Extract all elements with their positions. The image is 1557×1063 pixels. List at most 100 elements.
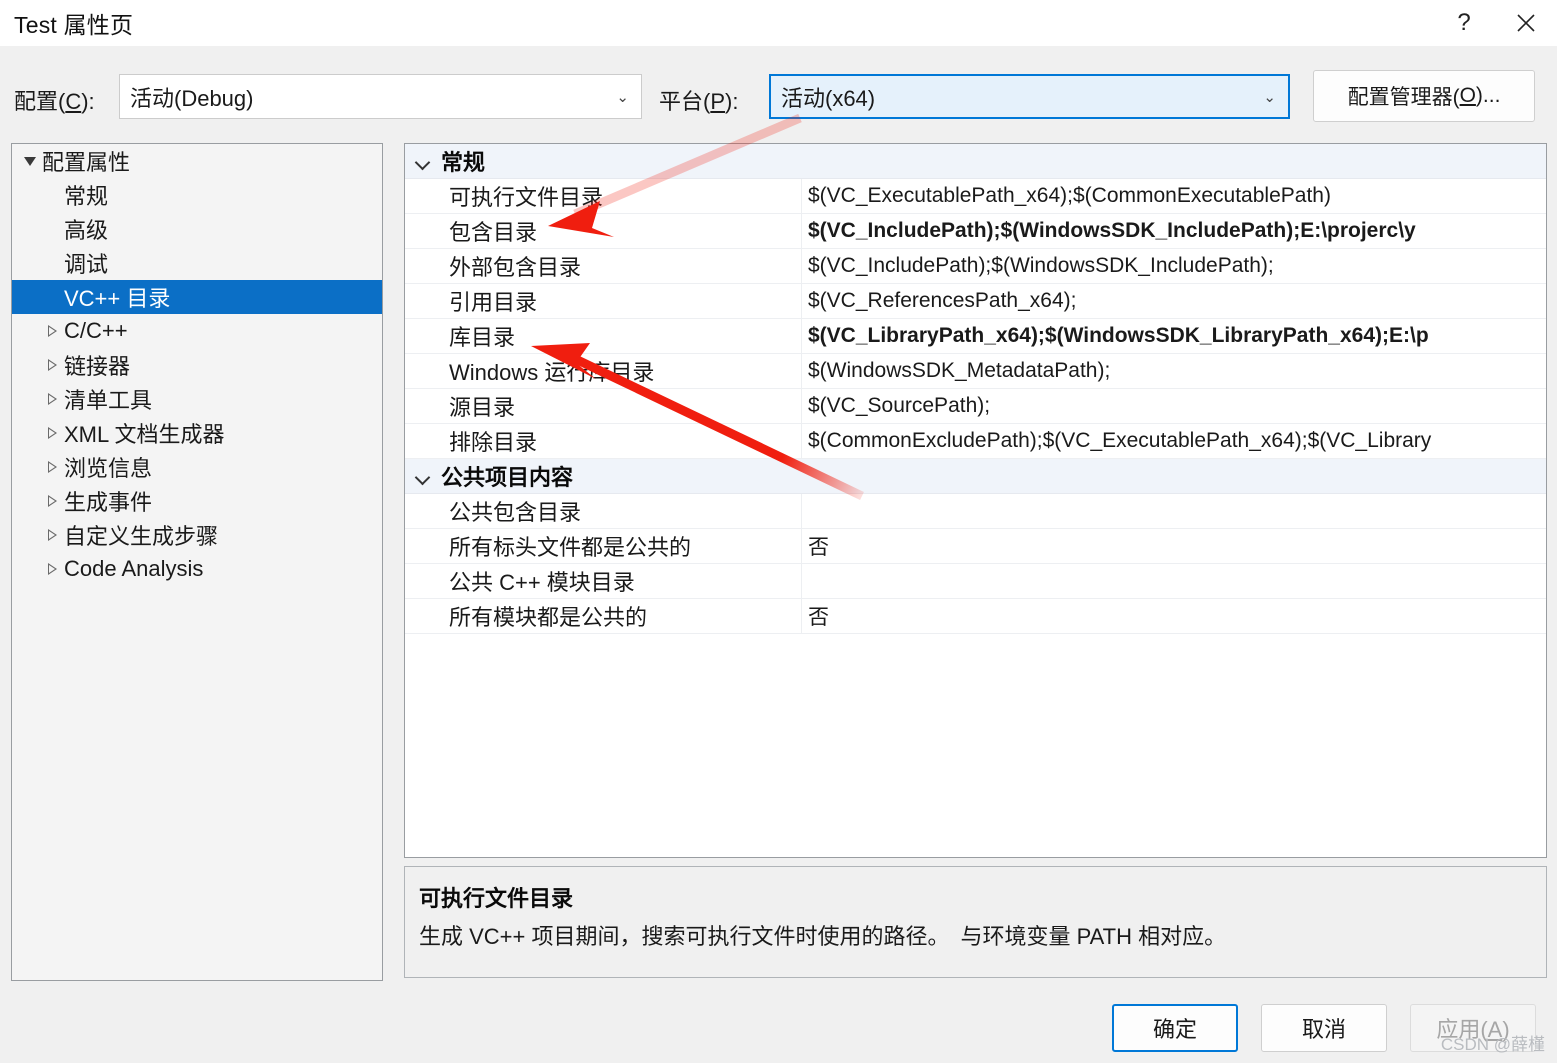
tree-item-11[interactable]: 自定义生成步骤	[12, 518, 382, 552]
property-value[interactable]: 否	[801, 529, 1546, 563]
tree-item-1[interactable]: 常规	[12, 178, 382, 212]
ok-button[interactable]: 确定	[1112, 1004, 1238, 1052]
watermark: CSDN @薛槿	[1440, 1035, 1545, 1054]
triangle-right-glyph	[47, 529, 57, 541]
property-value[interactable]: $(VC_LibraryPath_x64);$(WindowsSDK_Libra…	[801, 319, 1546, 353]
tree-item-label: 清单工具	[64, 388, 153, 413]
tree-item-2[interactable]: 高级	[12, 212, 382, 246]
property-row[interactable]: 所有标头文件都是公共的 否	[405, 529, 1546, 564]
grid-section-header[interactable]: 常规	[405, 144, 1546, 179]
property-value[interactable]	[801, 564, 1546, 598]
property-name: 所有模块都是公共的	[449, 605, 648, 630]
title-bar: Test 属性页 ?	[0, 0, 1557, 46]
cancel-button[interactable]: 取消	[1261, 1004, 1387, 1052]
triangle-right-glyph	[47, 563, 57, 575]
grid-section-header[interactable]: 公共项目内容	[405, 459, 1546, 494]
property-name: 公共 C++ 模块目录	[449, 570, 635, 595]
tree-item-label: 高级	[64, 218, 109, 243]
property-value[interactable]	[801, 494, 1546, 528]
property-name: 包含目录	[449, 220, 538, 245]
chevron-down-icon[interactable]	[405, 472, 441, 480]
help-icon[interactable]: ?	[1433, 0, 1495, 46]
property-name: 所有标头文件都是公共的	[449, 535, 692, 560]
property-value[interactable]: $(CommonExcludePath);$(VC_ExecutablePath…	[801, 424, 1546, 458]
triangle-right-glyph	[47, 359, 57, 371]
chevron-right-icon	[42, 325, 62, 337]
tree-item-0[interactable]: 配置属性	[12, 144, 382, 178]
property-row[interactable]: 引用目录 $(VC_ReferencesPath_x64);	[405, 284, 1546, 319]
property-row[interactable]: Windows 运行库目录 $(WindowsSDK_MetadataPath);	[405, 354, 1546, 389]
ok-label: 确定	[1152, 1017, 1197, 1042]
tree-item-12[interactable]: Code Analysis	[12, 552, 382, 586]
property-value[interactable]: $(VC_IncludePath);$(WindowsSDK_IncludePa…	[801, 214, 1546, 248]
property-row[interactable]: 源目录 $(VC_SourcePath);	[405, 389, 1546, 424]
chevron-down-icon: ⌄	[616, 88, 629, 106]
triangle-right-glyph	[47, 325, 57, 337]
property-name: 排除目录	[449, 430, 538, 455]
configuration-properties-tree[interactable]: 配置属性常规高级调试 VC++ 目录 C/C++ 链接器清单工具 XML 文档生成器 浏览…	[11, 143, 383, 981]
chevron-down-icon	[20, 156, 40, 166]
chevron-right-icon	[42, 427, 62, 439]
property-value[interactable]: $(VC_ExecutablePath_x64);$(CommonExecuta…	[801, 179, 1546, 213]
tree-item-label: C/C++	[64, 318, 128, 343]
chevron-right-icon	[42, 495, 62, 507]
tree-item-label: 链接器	[64, 354, 131, 379]
help-glyph: ?	[1457, 9, 1471, 36]
tree-item-label: 常规	[64, 184, 109, 209]
property-grid[interactable]: 常规可执行文件目录 $(VC_ExecutablePath_x64);$(Comm…	[404, 143, 1547, 858]
tree-item-5[interactable]: C/C++	[12, 314, 382, 348]
chevron-glyph	[416, 157, 430, 165]
tree-list: 配置属性常规高级调试 VC++ 目录 C/C++ 链接器清单工具 XML 文档生成器 浏览…	[12, 144, 382, 586]
property-row[interactable]: 包含目录 $(VC_IncludePath);$(WindowsSDK_Inclu…	[405, 214, 1546, 249]
chevron-glyph	[416, 472, 430, 480]
tree-item-7[interactable]: 清单工具	[12, 382, 382, 416]
property-name: 公共包含目录	[449, 500, 582, 525]
property-row[interactable]: 公共包含目录	[405, 494, 1546, 529]
platform-dropdown[interactable]: 活动(x64) ⌄	[769, 74, 1290, 119]
property-value[interactable]: 否	[801, 599, 1546, 633]
configuration-dropdown[interactable]: 活动(Debug) ⌄	[119, 74, 642, 119]
property-name: 可执行文件目录	[449, 185, 604, 210]
platform-value: 活动(x64)	[781, 85, 876, 111]
tree-item-label: 浏览信息	[64, 456, 153, 481]
property-name: 外部包含目录	[449, 255, 582, 280]
description-title: 可执行文件目录	[419, 886, 574, 911]
tree-item-8[interactable]: XML 文档生成器	[12, 416, 382, 450]
configuration-toolbar: 配置(C): 活动(Debug) ⌄ 平台(P): 活动(x64) ⌄ 配置管理…	[0, 62, 1557, 132]
property-row[interactable]: 外部包含目录 $(VC_IncludePath);$(WindowsSDK_Inc…	[405, 249, 1546, 284]
tree-item-4[interactable]: VC++ 目录	[12, 280, 382, 314]
tree-item-3[interactable]: 调试	[12, 246, 382, 280]
triangle-right-glyph	[47, 495, 57, 507]
tree-item-6[interactable]: 链接器	[12, 348, 382, 382]
chevron-down-icon: ⌄	[1263, 88, 1276, 106]
tree-item-label: 配置属性	[42, 150, 131, 175]
property-value[interactable]: $(VC_IncludePath);$(WindowsSDK_IncludePa…	[801, 249, 1546, 283]
close-icon[interactable]	[1495, 0, 1557, 46]
tree-item-label: 调试	[64, 252, 109, 277]
close-glyph	[1517, 14, 1535, 32]
configuration-manager-button[interactable]: 配置管理器(O)...	[1313, 70, 1535, 122]
property-value[interactable]: $(VC_SourcePath);	[801, 389, 1546, 423]
property-value[interactable]: $(WindowsSDK_MetadataPath);	[801, 354, 1546, 388]
platform-label: 平台(P):	[659, 89, 739, 114]
property-row[interactable]: 排除目录 $(CommonExcludePath);$(VC_Executable…	[405, 424, 1546, 459]
chevron-down-icon[interactable]	[405, 157, 441, 165]
property-row[interactable]: 所有模块都是公共的 否	[405, 599, 1546, 634]
property-name: 库目录	[449, 325, 516, 350]
tree-item-label: XML 文档生成器	[64, 422, 225, 447]
tree-item-10[interactable]: 生成事件	[12, 484, 382, 518]
property-row[interactable]: 公共 C++ 模块目录	[405, 564, 1546, 599]
property-row[interactable]: 库目录 $(VC_LibraryPath_x64);$(WindowsSDK_Li…	[405, 319, 1546, 354]
triangle-right-glyph	[47, 461, 57, 473]
tree-item-label: 自定义生成步骤	[64, 524, 219, 549]
chevron-right-icon	[42, 529, 62, 541]
property-name: Windows 运行库目录	[449, 360, 655, 385]
property-row[interactable]: 可执行文件目录 $(VC_ExecutablePath_x64);$(Common…	[405, 179, 1546, 214]
chevron-right-icon	[42, 461, 62, 473]
tree-item-9[interactable]: 浏览信息	[12, 450, 382, 484]
property-value[interactable]: $(VC_ReferencesPath_x64);	[801, 284, 1546, 318]
description-body: 生成 VC++ 项目期间，搜索可执行文件时使用的路径。 与环境变量 PATH 相…	[419, 924, 1227, 949]
configuration-label: 配置(C):	[14, 89, 95, 114]
grid-section-title: 常规	[441, 150, 486, 175]
cancel-label: 取消	[1301, 1017, 1346, 1042]
